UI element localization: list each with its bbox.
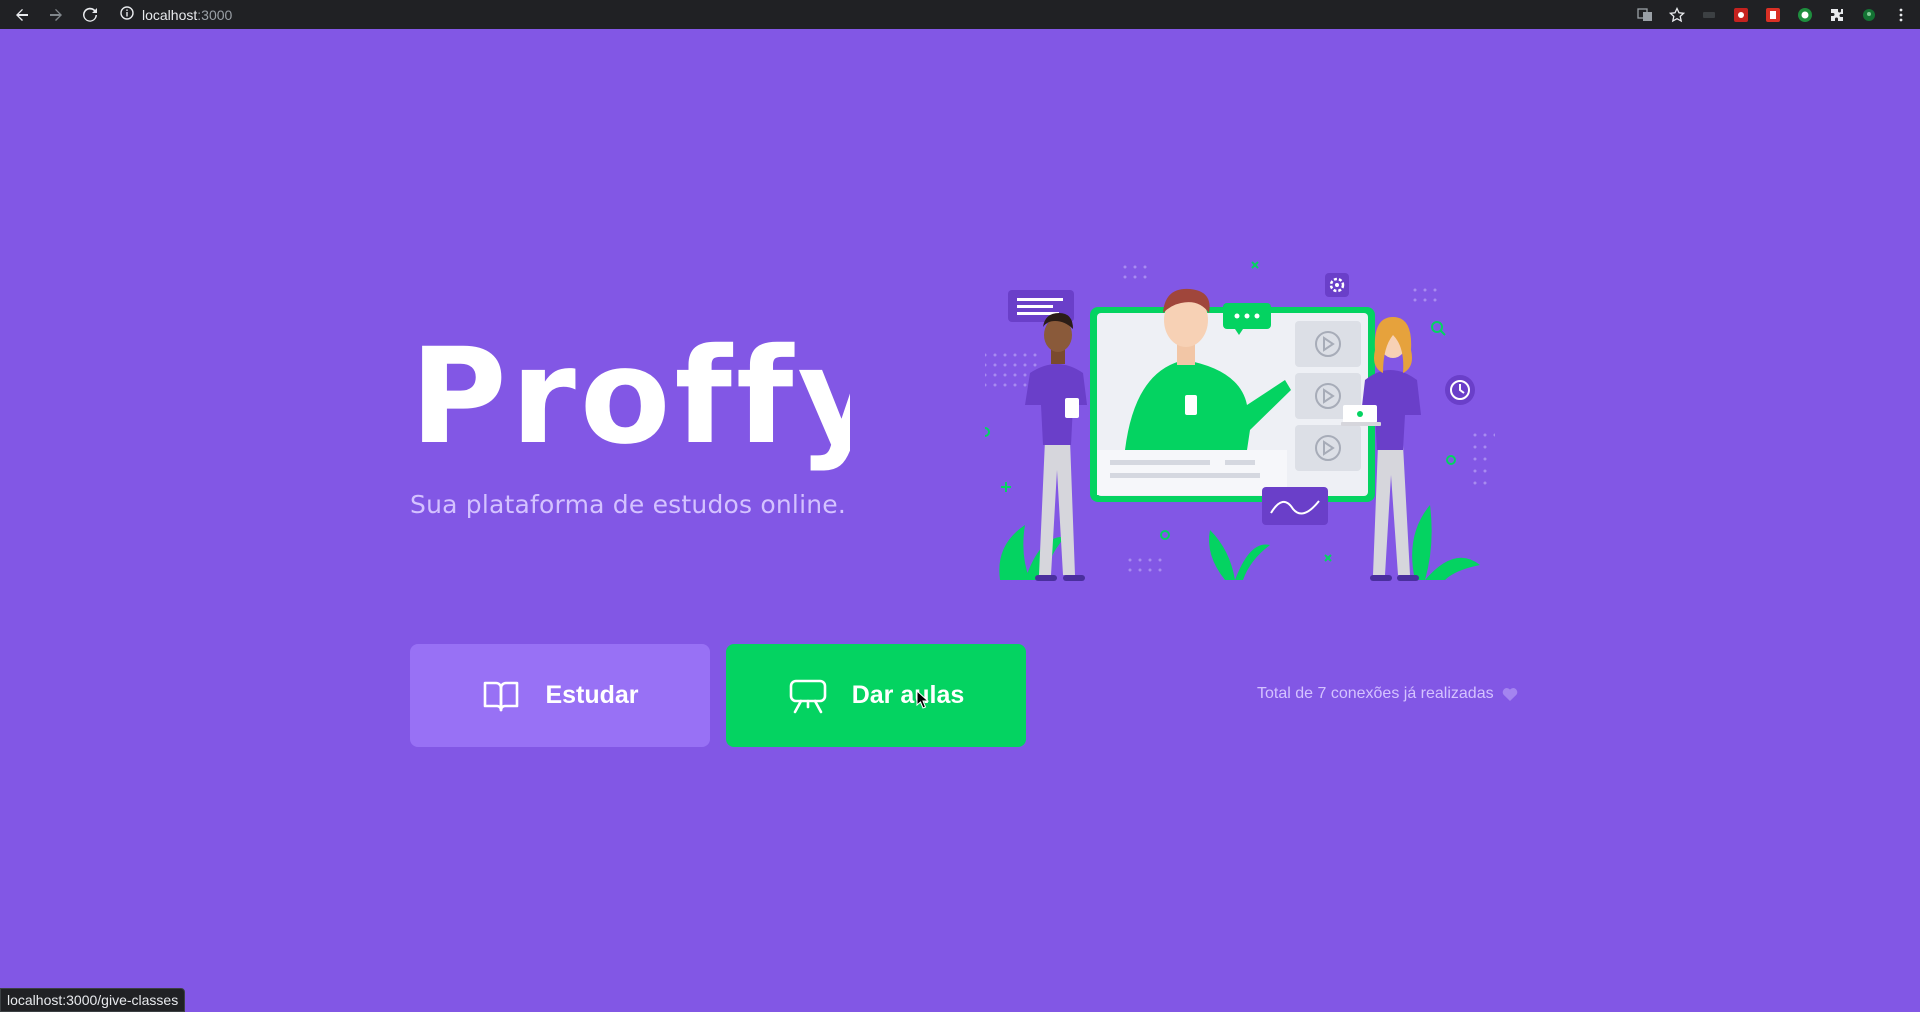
purple-heart-icon [1502, 687, 1517, 701]
address-bar[interactable]: localhost:3000 [120, 6, 232, 23]
url-port: :3000 [197, 6, 233, 23]
logo-text: Proffy [410, 330, 850, 474]
mouse-cursor-icon [916, 690, 929, 709]
extension-red-icon[interactable] [1732, 6, 1750, 24]
search-icon [1431, 321, 1446, 336]
browser-toolbar: localhost:3000 [0, 0, 1920, 29]
profile-avatar-icon[interactable] [1860, 6, 1878, 24]
link-status-bar: localhost:3000/give-classes [0, 988, 186, 1012]
menu-kebab-icon[interactable] [1892, 6, 1910, 24]
total-connections: Total de 7 conexões já realizadas [1257, 685, 1518, 703]
url-host: localhost [142, 6, 198, 23]
extension-red-alt-icon[interactable] [1764, 6, 1782, 24]
analytics-card-icon [1262, 487, 1328, 525]
extensions-puzzle-icon[interactable] [1828, 6, 1846, 24]
proffy-logo: Proffy [410, 330, 850, 474]
reload-icon[interactable] [80, 5, 100, 25]
landing-illustration [985, 261, 1495, 581]
settings-gear-icon [1325, 273, 1349, 297]
extensions-area [1636, 6, 1920, 24]
tagline: Sua plataforma de estudos online. [410, 490, 846, 519]
back-arrow-icon[interactable] [12, 5, 32, 25]
browser-nav [0, 5, 100, 25]
presentation-board-icon [789, 679, 827, 713]
study-button-label: Estudar [545, 681, 639, 709]
forward-arrow-icon[interactable] [46, 5, 66, 25]
info-icon[interactable] [120, 6, 134, 23]
extension-green-icon[interactable] [1796, 6, 1814, 24]
give-classes-button[interactable]: Dar aulas [726, 644, 1026, 747]
translate-icon[interactable] [1636, 6, 1654, 24]
study-button[interactable]: Estudar [410, 644, 710, 747]
give-classes-button-label: Dar aulas [851, 681, 965, 709]
bookmark-star-icon[interactable] [1668, 6, 1686, 24]
extension-dark-icon[interactable] [1700, 6, 1718, 24]
clock-icon [1445, 375, 1475, 405]
book-open-icon [484, 681, 519, 711]
total-connections-text: Total de 7 conexões já realizadas [1257, 685, 1494, 702]
